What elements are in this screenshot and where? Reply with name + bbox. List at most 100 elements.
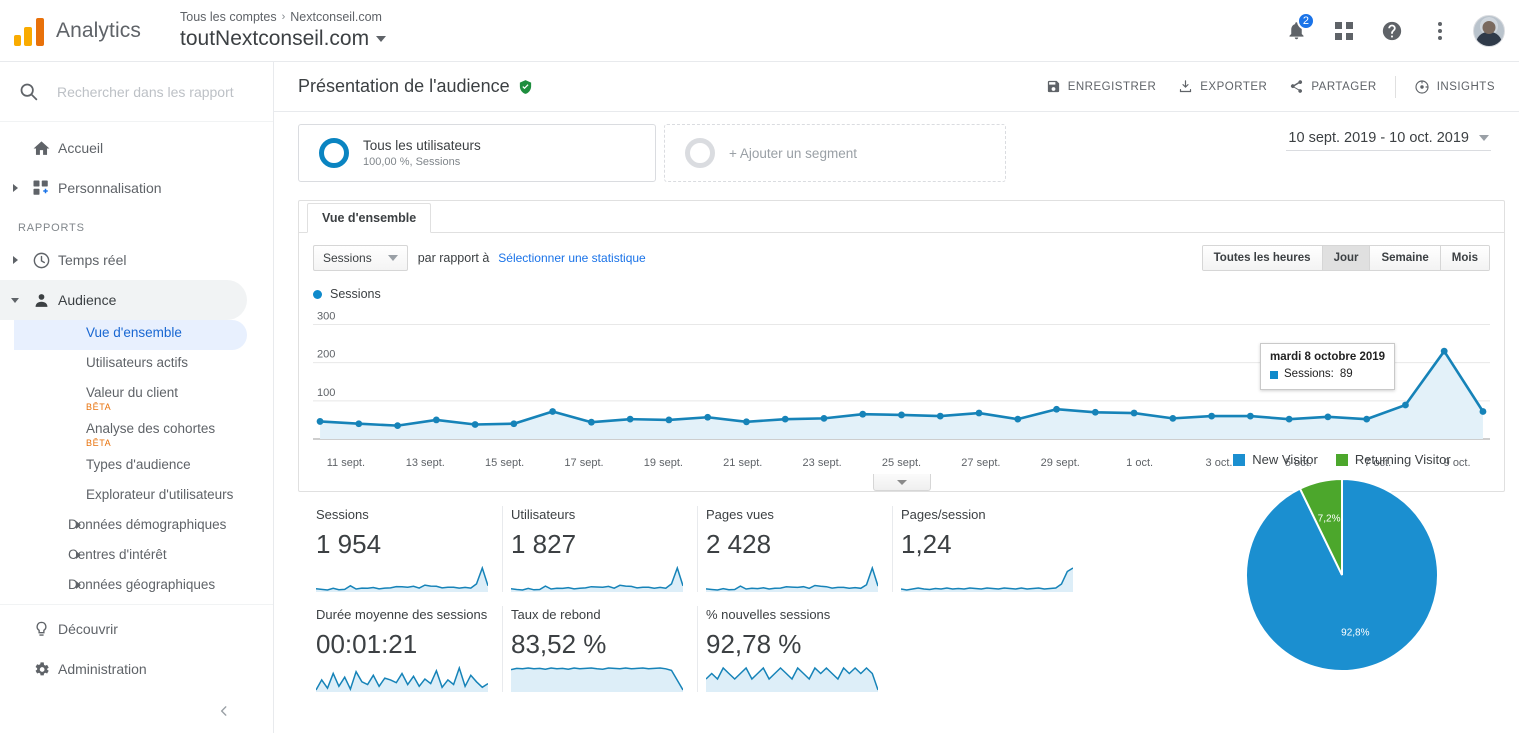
- account-selector[interactable]: Tous les comptes › Nextconseil.com toutN…: [172, 9, 387, 52]
- expand-arrow-icon[interactable]: [6, 256, 24, 264]
- metric-label: Utilisateurs: [511, 507, 576, 522]
- collapse-arrow-icon[interactable]: [6, 297, 24, 303]
- metric-value: 1,24: [901, 529, 952, 559]
- metric-sparkline: [511, 566, 683, 592]
- date-range-row: 10 sept. 2019 - 10 oct. 2019: [1286, 128, 1491, 151]
- user-avatar[interactable]: [1473, 14, 1505, 47]
- metric-card-nouvelles-sessions[interactable]: % nouvelles sessions 92,78 %: [698, 606, 892, 692]
- sidebar-item-centres-dinteret[interactable]: Centres d'intérêt: [14, 542, 247, 572]
- x-axis-label: 15 sept.: [485, 457, 525, 469]
- select-metric-link[interactable]: Sélectionner une statistique: [498, 251, 645, 265]
- x-axis-label: 27 sept.: [961, 457, 1001, 469]
- sidebar-item-types-daudience[interactable]: Types d'audience: [14, 452, 247, 482]
- account-title[interactable]: toutNextconseil.com: [180, 25, 387, 52]
- legend-label: New Visitor: [1252, 452, 1318, 467]
- sidebar-item-label: Personnalisation: [58, 180, 162, 196]
- metric-card-taux-de-rebond[interactable]: Taux de rebond 83,52 %: [503, 606, 698, 692]
- help-button[interactable]: [1371, 10, 1413, 52]
- granularity-week[interactable]: Semaine: [1370, 246, 1441, 270]
- segment-ring-icon: [319, 138, 349, 168]
- sidebar-subitem-label: Vue d'ensemble: [86, 325, 182, 340]
- person-icon: [24, 291, 58, 310]
- insights-label: INSIGHTS: [1436, 80, 1495, 93]
- add-segment-button[interactable]: + Ajouter un segment: [664, 124, 1006, 182]
- sidebar-item-personnalisation[interactable]: Personnalisation: [0, 168, 247, 208]
- sidebar-item-donnees-geographiques[interactable]: Données géographiques: [14, 572, 247, 602]
- breadcrumb-all-accounts[interactable]: Tous les comptes: [180, 9, 277, 25]
- sidebar-search[interactable]: [0, 62, 273, 122]
- metric-label: Pages vues: [706, 507, 774, 522]
- metric-label: Taux de rebond: [511, 607, 601, 622]
- sidebar-item-audience[interactable]: Audience: [0, 280, 247, 320]
- visitor-pie-chart[interactable]: 92,8% 7,2%: [1242, 475, 1442, 675]
- notifications-button[interactable]: 2: [1275, 10, 1317, 52]
- chevron-left-icon: [220, 706, 227, 716]
- sidebar-item-valeur-du-client[interactable]: Valeur du client BÊTA: [14, 380, 247, 416]
- home-icon: [24, 139, 58, 158]
- sidebar-subitem-label: Analyse des cohortes: [86, 421, 216, 436]
- svg-text:7,2%: 7,2%: [1318, 514, 1341, 525]
- export-button[interactable]: EXPORTER: [1168, 72, 1277, 101]
- metric-card-pages-vues[interactable]: Pages vues 2 428: [698, 506, 893, 592]
- sidebar-item-vue-densemble[interactable]: Vue d'ensemble: [14, 320, 247, 350]
- panel-expand-button[interactable]: [872, 474, 931, 491]
- more-options-button[interactable]: [1419, 10, 1461, 52]
- tooltip-series-swatch: [1270, 370, 1278, 379]
- download-icon: [1180, 80, 1192, 93]
- search-input[interactable]: [57, 83, 235, 100]
- legend-returning-visitor[interactable]: Returning Visitor: [1335, 452, 1451, 467]
- sidebar-item-donnees-demographiques[interactable]: Données démographiques: [14, 512, 247, 542]
- sessions-chart[interactable]: 100 200 300 mardi 8 octobre 2019 Sessions:…: [299, 301, 1504, 457]
- sidebar-item-decouvrir[interactable]: Découvrir: [0, 609, 247, 649]
- granularity-group: Toutes les heures Jour Semaine Mois: [1201, 245, 1490, 271]
- tab-vue-densemble[interactable]: Vue d'ensemble: [307, 203, 432, 233]
- breadcrumb-property[interactable]: Nextconseil.com: [290, 9, 382, 25]
- kebab-menu-icon: [1438, 21, 1442, 40]
- breadcrumb: Tous les comptes › Nextconseil.com: [180, 9, 386, 25]
- share-button[interactable]: PARTAGER: [1279, 72, 1386, 101]
- granularity-hourly[interactable]: Toutes les heures: [1202, 246, 1323, 270]
- sidebar-item-analyse-des-cohortes[interactable]: Analyse des cohortes BÊTA: [14, 416, 247, 452]
- metric-card-duree-moyenne[interactable]: Durée moyenne des sessions 00:01:21: [308, 606, 503, 692]
- save-label: ENREGISTRER: [1067, 80, 1157, 93]
- granularity-month[interactable]: Mois: [1440, 246, 1489, 270]
- granularity-day[interactable]: Jour: [1322, 246, 1371, 270]
- tooltip-metric-value: 89: [1339, 368, 1353, 380]
- brand-area[interactable]: Analytics: [0, 16, 172, 46]
- divider: [1394, 75, 1396, 98]
- sidebar-subitem-label: Types d'audience: [86, 457, 191, 472]
- expand-arrow-icon[interactable]: [6, 184, 24, 192]
- legend-new-visitor[interactable]: New Visitor: [1233, 452, 1318, 467]
- chart-tooltip: mardi 8 octobre 2019 Sessions: 89: [1260, 343, 1396, 390]
- sidebar-item-explorateur-dutilisateurs[interactable]: Explorateur d'utilisateurs: [14, 482, 247, 512]
- sidebar-item-temps-reel[interactable]: Temps réel: [0, 240, 247, 280]
- sidebar-bottom: Découvrir Administration: [0, 604, 273, 733]
- x-axis-label: 17 sept.: [564, 457, 604, 469]
- metric-select-value: Sessions: [323, 251, 372, 265]
- metric-card-pages-session[interactable]: Pages/session 1,24: [893, 506, 1087, 592]
- legend-label: Returning Visitor: [1354, 452, 1451, 467]
- sidebar-collapse-row: [0, 689, 273, 733]
- top-bar: Analytics Tous les comptes › Nextconseil…: [0, 0, 1519, 62]
- sidebar-collapse-button[interactable]: [211, 698, 237, 724]
- save-button[interactable]: ENREGISTRER: [1036, 72, 1167, 101]
- sidebar-item-utilisateurs-actifs[interactable]: Utilisateurs actifs: [14, 350, 247, 380]
- date-range-picker[interactable]: 10 sept. 2019 - 10 oct. 2019: [1286, 128, 1491, 151]
- metric-select[interactable]: Sessions: [313, 245, 408, 271]
- metric-card-sessions[interactable]: Sessions 1 954: [308, 506, 503, 592]
- legend-dot-icon: [313, 289, 322, 299]
- sidebar-item-accueil[interactable]: Accueil: [0, 128, 247, 168]
- segment-all-users[interactable]: Tous les utilisateurs 100,00 %, Sessions: [298, 124, 656, 182]
- sidebar-subitem-label: Centres d'intérêt: [68, 547, 167, 562]
- apps-button[interactable]: [1323, 10, 1365, 52]
- audience-submenu: Vue d'ensemble Utilisateurs actifs Valeu…: [0, 320, 273, 602]
- insights-button[interactable]: INSIGHTS: [1404, 72, 1505, 102]
- verified-shield-icon: [519, 79, 531, 94]
- svg-text:300: 300: [317, 310, 335, 322]
- sidebar-item-administration[interactable]: Administration: [0, 649, 247, 689]
- metric-card-utilisateurs[interactable]: Utilisateurs 1 827: [503, 506, 698, 592]
- breadcrumb-separator-icon: ›: [281, 11, 286, 23]
- main-content: Présentation de l'audience ENREGISTRER E…: [274, 62, 1519, 733]
- sidebar-item-label: Audience: [58, 292, 117, 308]
- metric-value: 92,78 %: [706, 629, 802, 659]
